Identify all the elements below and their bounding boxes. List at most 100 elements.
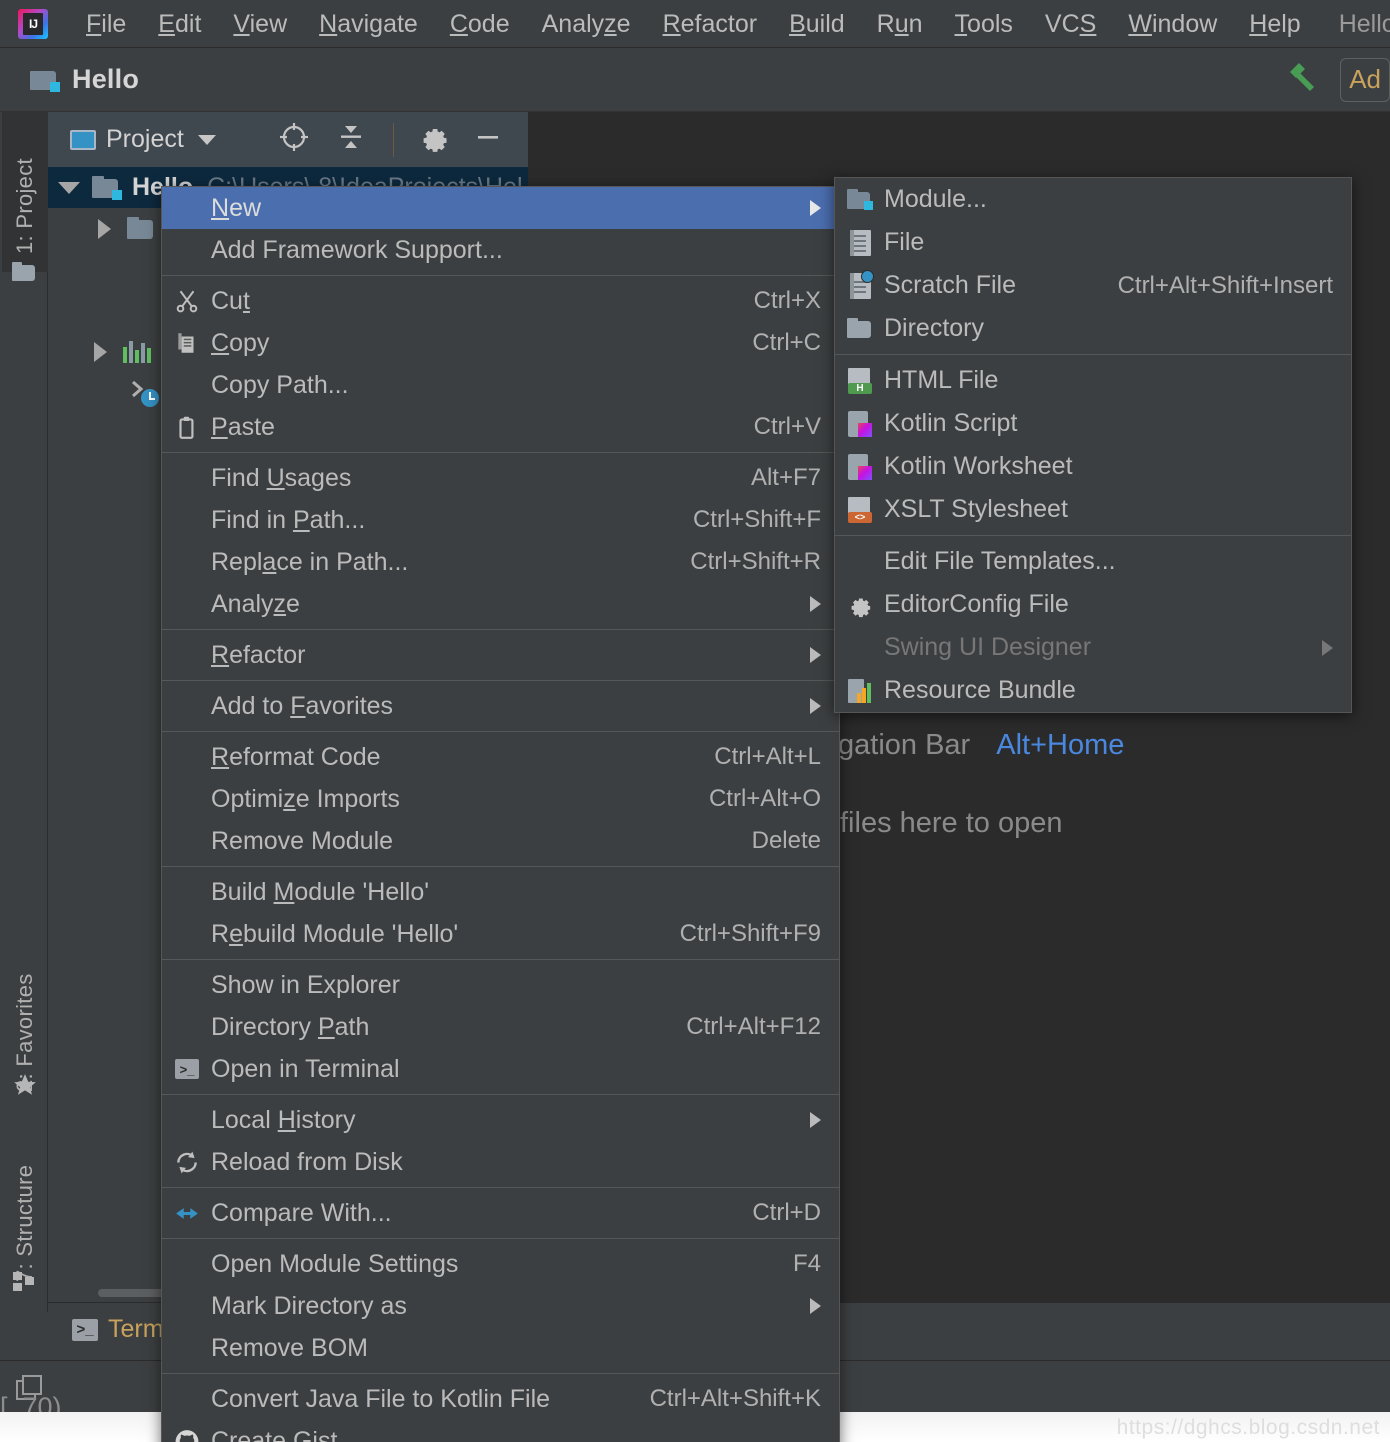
star-icon[interactable] [12, 1072, 38, 1103]
project-view-icon [70, 130, 96, 150]
file-icon [847, 230, 873, 256]
menu-item-label: Find Usages [211, 464, 727, 493]
menu-item-optimize-imports[interactable]: Optimize ImportsCtrl+Alt+O [162, 778, 839, 820]
menu-item-shortcut: Ctrl+V [754, 413, 821, 441]
chevron-down-icon[interactable] [198, 135, 216, 145]
menu-analyze[interactable]: Analyze [526, 0, 647, 48]
menu-item-add-framework-support[interactable]: Add Framework Support... [162, 229, 839, 271]
terminal-label: Termi [108, 1315, 169, 1344]
menu-item-editorconfig-file[interactable]: EditorConfig File [835, 583, 1351, 626]
menu-item-label: Optimize Imports [211, 785, 685, 814]
menu-code[interactable]: Code [434, 0, 526, 48]
menu-item-local-history[interactable]: Local History [162, 1099, 839, 1141]
menu-item-find-usages[interactable]: Find UsagesAlt+F7 [162, 457, 839, 499]
structure-icon[interactable] [12, 1272, 38, 1297]
logo-text: IJ [23, 13, 43, 35]
expand-triangle-icon[interactable] [98, 219, 111, 239]
menu-item-xslt-stylesheet[interactable]: <>XSLT Stylesheet [835, 488, 1351, 531]
menu-item-directory-path[interactable]: Directory PathCtrl+Alt+F12 [162, 1006, 839, 1048]
submenu-arrow-icon [810, 698, 821, 714]
menu-item-html-file[interactable]: HHTML File [835, 359, 1351, 402]
menu-item-label: Analyze [211, 590, 790, 619]
menu-view[interactable]: View [217, 0, 303, 48]
menu-item-mark-directory-as[interactable]: Mark Directory as [162, 1285, 839, 1327]
sidebar-item-project[interactable]: 1: Project [12, 124, 38, 254]
menu-item-open-in-terminal[interactable]: >_Open in Terminal [162, 1048, 839, 1090]
menu-refactor[interactable]: Refactor [647, 0, 774, 48]
expand-triangle-icon[interactable] [94, 342, 107, 362]
sidebar-item-favorites[interactable]: 2: Favorites [12, 942, 38, 1092]
menu-item-copy-path[interactable]: Copy Path... [162, 364, 839, 406]
menu-item-label: Add to Favorites [211, 692, 790, 721]
menu-item-show-in-explorer[interactable]: Show in Explorer [162, 964, 839, 1006]
ad-button[interactable]: Ad [1340, 58, 1390, 102]
build-hammer-icon[interactable] [1280, 54, 1326, 105]
project-view-combo-label[interactable]: Project [106, 125, 184, 154]
menu-item-reformat-code[interactable]: Reformat CodeCtrl+Alt+L [162, 736, 839, 778]
menu-run[interactable]: Run [861, 0, 939, 48]
menu-item-label: Remove Module [211, 827, 728, 856]
menu-help[interactable]: Help [1233, 0, 1316, 48]
menu-item-label: Paste [211, 413, 730, 442]
sidebar-item-structure[interactable]: 7: Structure [12, 1142, 38, 1282]
expand-triangle-icon[interactable] [58, 182, 80, 194]
menu-item-convert-java-file-to-kotlin-file[interactable]: Convert Java File to Kotlin FileCtrl+Alt… [162, 1378, 839, 1420]
menu-item-replace-in-path[interactable]: Replace in Path...Ctrl+Shift+R [162, 541, 839, 583]
menu-item-file[interactable]: File [835, 221, 1351, 264]
menu-item-remove-module[interactable]: Remove Module Delete [162, 820, 839, 862]
menu-item-remove-bom[interactable]: Remove BOM [162, 1327, 839, 1369]
menu-navigate[interactable]: Navigate [303, 0, 434, 48]
menu-item-paste[interactable]: Paste Ctrl+V [162, 406, 839, 448]
settings-gear-icon[interactable] [418, 121, 450, 158]
module-folder-icon [92, 176, 122, 200]
menu-item-rebuild-module-hello[interactable]: Rebuild Module 'Hello'Ctrl+Shift+F9 [162, 913, 839, 955]
menu-item-shortcut: Ctrl+Shift+F9 [680, 920, 821, 948]
menu-item-kotlin-worksheet[interactable]: Kotlin Worksheet [835, 445, 1351, 488]
submenu-arrow-icon [810, 200, 821, 216]
menu-item-label: Edit File Templates... [884, 547, 1333, 576]
menu-item-create-gist[interactable]: Create Gist... [162, 1420, 839, 1442]
tool-window-terminal[interactable]: >_ Termi [72, 1315, 169, 1344]
menu-item-edit-file-templates[interactable]: Edit File Templates... [835, 540, 1351, 583]
menu-item-shortcut: Ctrl+Alt+Shift+K [650, 1385, 821, 1413]
collapse-all-icon[interactable] [335, 121, 367, 158]
menu-edit[interactable]: Edit [142, 0, 217, 48]
locate-target-icon[interactable] [277, 120, 311, 159]
menu-item-open-module-settings[interactable]: Open Module SettingsF4 [162, 1243, 839, 1285]
menu-file[interactable]: File [70, 0, 142, 48]
menu-item-compare-with[interactable]: Compare With...Ctrl+D [162, 1192, 839, 1234]
menu-vcs[interactable]: VCS [1029, 0, 1112, 48]
menu-item-new[interactable]: New [162, 187, 839, 229]
menu-item-label: Copy Path... [211, 371, 821, 400]
menu-item-add-to-favorites[interactable]: Add to Favorites [162, 685, 839, 727]
menu-item-find-in-path[interactable]: Find in Path...Ctrl+Shift+F [162, 499, 839, 541]
project-folder-icon[interactable] [12, 262, 36, 281]
menu-item-cut[interactable]: CutCtrl+X [162, 280, 839, 322]
menu-item-label: Open in Terminal [211, 1055, 821, 1084]
menu-item-analyze[interactable]: Analyze [162, 583, 839, 625]
menu-item-label: Local History [211, 1106, 790, 1135]
menu-item-reload-from-disk[interactable]: Reload from Disk [162, 1141, 839, 1183]
menu-build[interactable]: Build [773, 0, 861, 48]
hide-minimize-icon[interactable] [472, 121, 504, 158]
menu-item-swing-ui-designer: Swing UI Designer [835, 626, 1351, 669]
menu-item-copy[interactable]: CopyCtrl+C [162, 322, 839, 364]
menu-item-refactor[interactable]: Refactor [162, 634, 839, 676]
menu-item-label: Reformat Code [211, 743, 690, 772]
directory-icon [847, 316, 873, 342]
menu-item-scratch-file[interactable]: Scratch FileCtrl+Alt+Shift+Insert [835, 264, 1351, 307]
menu-item-directory[interactable]: Directory [835, 307, 1351, 350]
menu-item-resource-bundle[interactable]: Resource Bundle [835, 669, 1351, 712]
menu-item-kotlin-script[interactable]: Kotlin Script [835, 402, 1351, 445]
menu-separator [162, 629, 839, 630]
toolbar-divider [393, 123, 394, 157]
menu-item-build-module-hello[interactable]: Build Module 'Hello' [162, 871, 839, 913]
menu-separator [162, 1238, 839, 1239]
submenu-arrow-icon [1322, 640, 1333, 656]
menu-window[interactable]: Window [1112, 0, 1233, 48]
module-folder-icon [847, 187, 873, 213]
menu-item-shortcut: Delete [752, 827, 821, 855]
menu-tools[interactable]: Tools [939, 0, 1029, 48]
menu-item-module[interactable]: Module... [835, 178, 1351, 221]
ide-window: IJ FileEditViewNavigateCodeAnalyzeRefact… [0, 0, 1390, 1442]
